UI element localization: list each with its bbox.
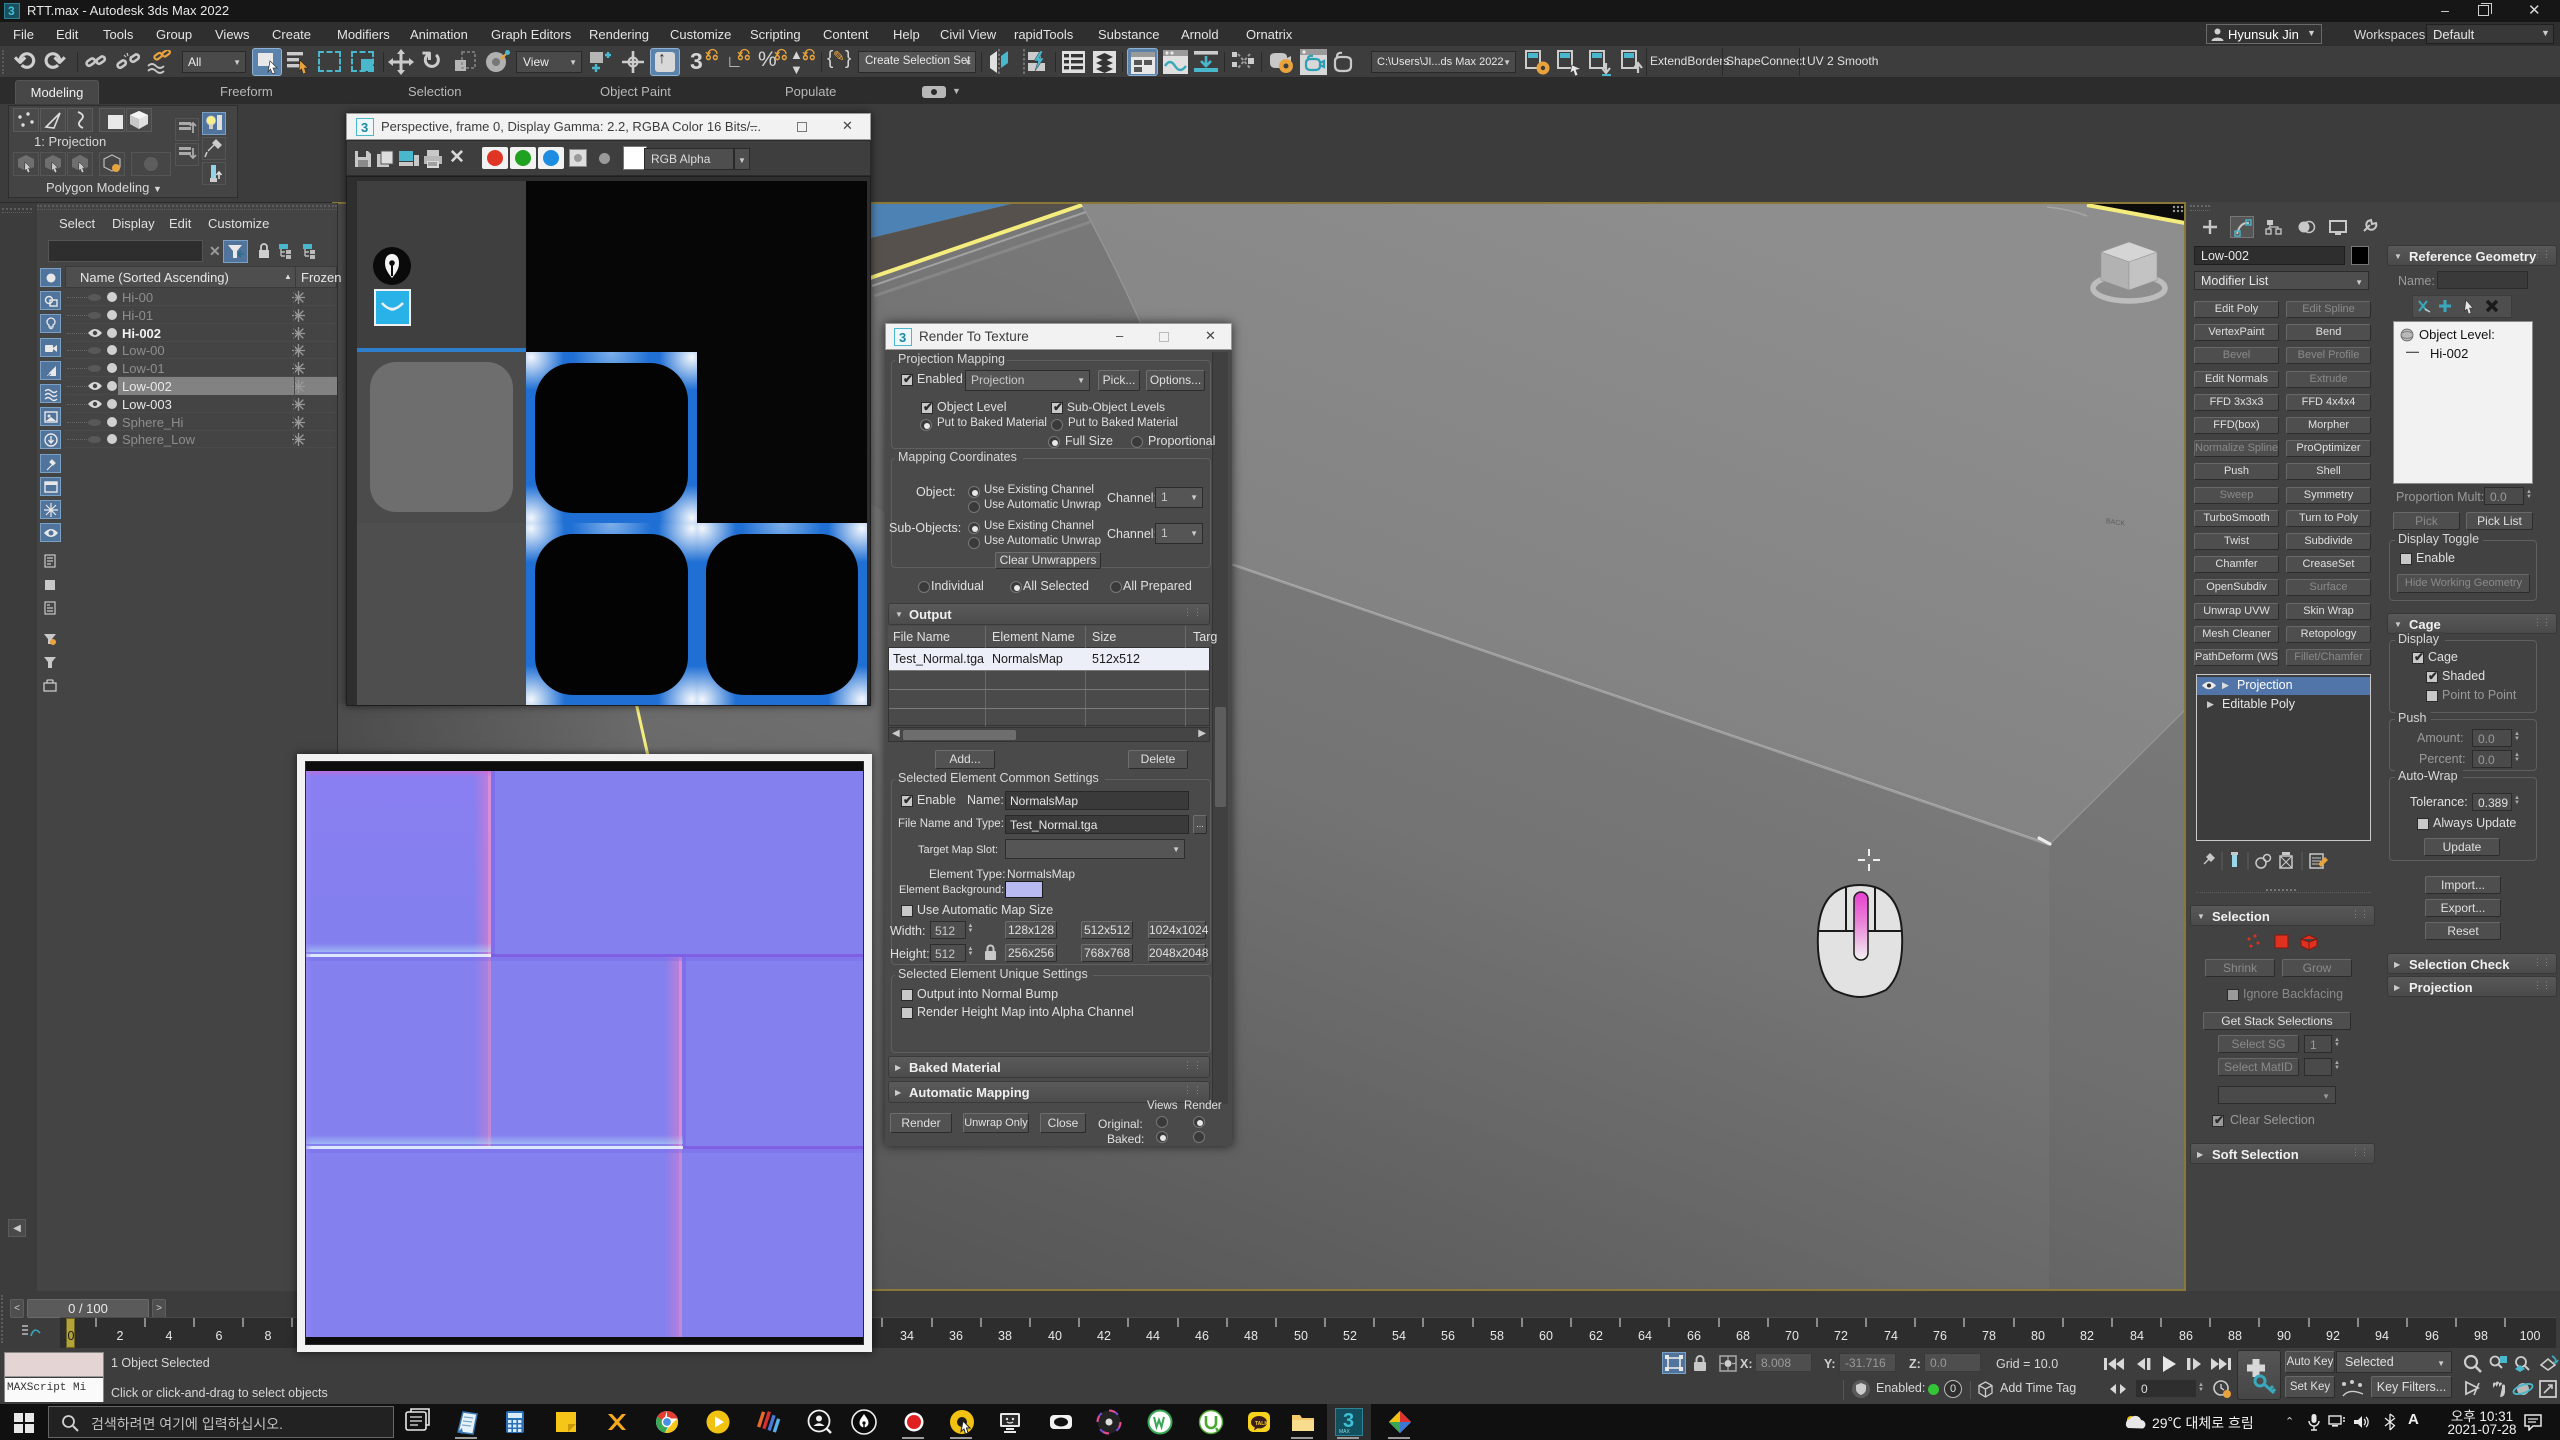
svg-text:TALK: TALK: [1255, 1421, 1268, 1427]
